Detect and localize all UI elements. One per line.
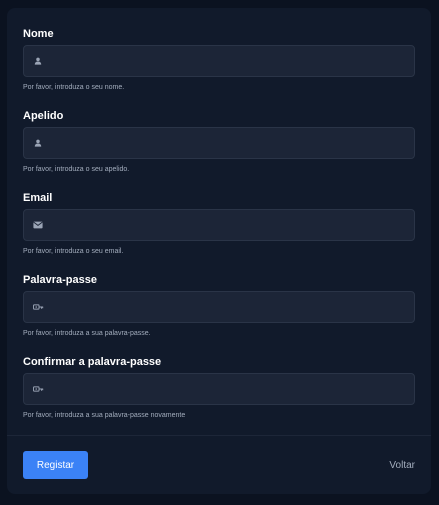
last-name-field-group: Apelido Por favor, introduza o seu apeli… — [23, 109, 415, 173]
page: Nome Por favor, introduza o seu nome. Ap… — [0, 0, 439, 505]
password-input[interactable] — [52, 292, 408, 322]
first-name-field-group: Nome Por favor, introduza o seu nome. — [23, 27, 415, 91]
last-name-input[interactable] — [52, 128, 408, 158]
first-name-help: Por favor, introduza o seu nome. — [23, 84, 125, 91]
password-field-group: Palavra-passe Por favor, introduza a sua… — [23, 273, 415, 337]
first-name-input-box[interactable] — [23, 45, 415, 77]
key-icon — [32, 383, 44, 395]
confirm-password-input-box[interactable] — [23, 373, 415, 405]
first-name-input[interactable] — [52, 46, 408, 76]
first-name-label: Nome — [23, 28, 54, 40]
back-link[interactable]: Voltar — [389, 451, 415, 479]
confirm-password-help: Por favor, introduza a sua palavra-passe… — [23, 412, 186, 419]
register-button[interactable]: Registar — [23, 451, 88, 479]
form-footer-divider — [7, 435, 431, 436]
confirm-password-label: Confirmar a palavra-passe — [23, 356, 162, 368]
confirm-password-input[interactable] — [52, 374, 408, 404]
envelope-icon — [32, 219, 44, 231]
password-input-box[interactable] — [23, 291, 415, 323]
last-name-input-box[interactable] — [23, 127, 415, 159]
user-icon — [32, 137, 44, 149]
register-form-card: Nome Por favor, introduza o seu nome. Ap… — [7, 8, 431, 494]
confirm-password-field-group: Confirmar a palavra-passe Por favor, int… — [23, 355, 415, 419]
password-help: Por favor, introduza a sua palavra-passe… — [23, 330, 151, 337]
email-field-group: Email Por favor, introduza o seu email. — [23, 191, 415, 255]
email-input[interactable] — [52, 210, 408, 240]
user-icon — [32, 55, 44, 67]
last-name-label: Apelido — [23, 110, 64, 122]
password-label: Palavra-passe — [23, 274, 97, 286]
email-input-box[interactable] — [23, 209, 415, 241]
last-name-help: Por favor, introduza o seu apelido. — [23, 166, 130, 173]
email-label: Email — [23, 192, 53, 204]
key-icon — [32, 301, 44, 313]
email-help: Por favor, introduza o seu email. — [23, 248, 124, 255]
